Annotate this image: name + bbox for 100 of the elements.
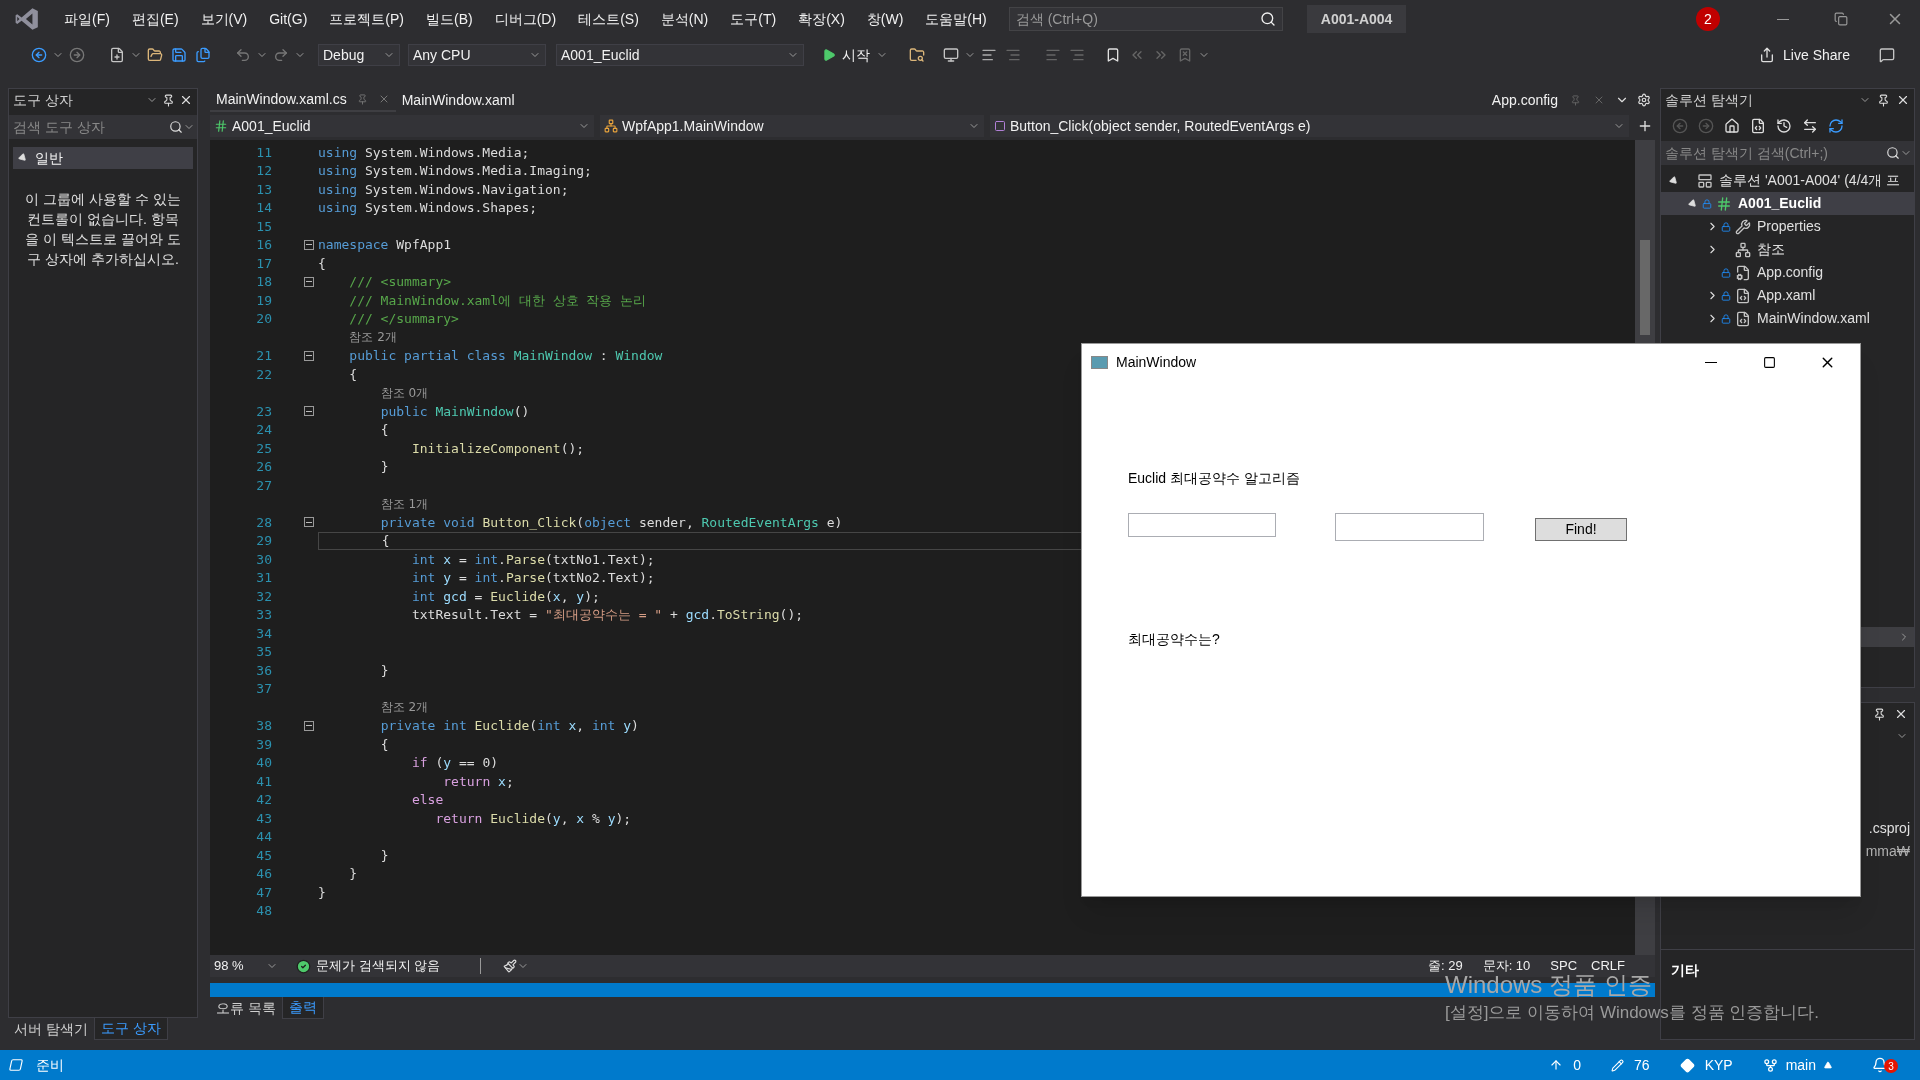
line-number: 19: [255, 291, 272, 310]
issues-status: 문제가 검색되지 않음: [316, 957, 441, 976]
menu-item[interactable]: 창(W): [856, 6, 914, 32]
menu-item[interactable]: 프로젝트(P): [319, 6, 414, 32]
code-lens-text[interactable]: 참조 1개: [380, 494, 429, 513]
menu-item[interactable]: 빌드(B): [416, 6, 483, 32]
line-number: 12: [255, 162, 272, 180]
line-number: 44: [255, 828, 272, 846]
settings-icon[interactable]: [1637, 93, 1651, 107]
pushes-indicator[interactable]: 0: [1549, 1054, 1582, 1076]
panel-tab[interactable]: 도구 상자: [93, 1018, 168, 1040]
menu-item[interactable]: 디버그(D): [484, 6, 567, 32]
collapse-icon[interactable]: [304, 720, 314, 731]
toolbox-search-field[interactable]: 검색 도구 상자: [9, 115, 167, 139]
find-button[interactable]: Find!: [1535, 518, 1627, 541]
solution-name: A001-A004: [1306, 5, 1407, 33]
code-line: /// </summary>: [349, 310, 459, 328]
collapse-icon[interactable]: [304, 517, 314, 528]
line-number: 17: [255, 254, 272, 273]
expanded-arrow-icon[interactable]: [1668, 174, 1680, 187]
search-button[interactable]: [167, 115, 197, 139]
live-share-button[interactable]: Live Share: [1759, 43, 1850, 67]
app-window-icon: [1091, 355, 1108, 369]
changes-indicator[interactable]: 76: [1611, 1054, 1650, 1076]
menu-item[interactable]: 도움말(H): [915, 6, 997, 32]
close-icon[interactable]: [1896, 93, 1910, 107]
code-line: if (y == 0): [411, 754, 499, 772]
line-position[interactable]: 줄: 29: [1427, 956, 1463, 976]
project-dropdown[interactable]: A001_Euclid: [210, 115, 594, 137]
pin-icon[interactable]: [162, 93, 175, 107]
menu-item[interactable]: 테스트(S): [568, 6, 649, 32]
panel-tab[interactable]: 서버 탐색기: [8, 1018, 94, 1040]
notification-count: 3: [1884, 1059, 1898, 1073]
panel-tab[interactable]: 오류 목록: [210, 997, 282, 1019]
result-label: 최대공약수는?: [1128, 630, 1220, 649]
start-button[interactable]: 시작: [818, 44, 874, 66]
toolbox-group-header[interactable]: 일반: [13, 147, 193, 169]
code-line: using System.Windows.Navigation;: [318, 180, 569, 199]
menu-item[interactable]: Git(G): [259, 6, 318, 32]
tree-item[interactable]: MainWindow.xaml: [1661, 307, 1914, 330]
panel-tab[interactable]: 출력: [281, 997, 324, 1019]
code-line: private int Euclide(int x, int y): [380, 717, 639, 735]
code-line: {: [380, 735, 389, 754]
branch-icon: [1762, 1057, 1778, 1073]
menu-item[interactable]: 도구(T): [720, 6, 787, 32]
branch-indicator[interactable]: main: [1762, 1054, 1832, 1076]
collapse-icon[interactable]: [304, 276, 314, 287]
code-lens-text[interactable]: 참조 2개: [380, 698, 429, 717]
status-icon: [6, 1058, 26, 1072]
search-icon: [1886, 146, 1900, 160]
platform-dropdown[interactable]: Any CPU: [408, 44, 546, 66]
search-button[interactable]: [1884, 141, 1914, 165]
menu-item[interactable]: 확장(X): [788, 6, 855, 32]
zoom-dropdown[interactable]: 98 %: [210, 956, 282, 976]
tree-item[interactable]: A001_Euclid: [1661, 192, 1914, 215]
align-left-icon: [981, 47, 997, 63]
startup-project-dropdown[interactable]: A001_Euclid: [556, 44, 804, 66]
split-icon[interactable]: [1637, 118, 1653, 134]
line-number: 41: [255, 772, 272, 791]
indent-mode[interactable]: SPC: [1550, 956, 1578, 976]
diamond-icon: [1679, 1057, 1695, 1073]
collapse-icon[interactable]: [304, 350, 314, 361]
configuration-dropdown[interactable]: Debug: [318, 44, 400, 66]
uncomment-lines-icon: [1069, 47, 1085, 63]
tree-item[interactable]: App.config: [1661, 261, 1914, 284]
line-ending[interactable]: CRLF: [1591, 956, 1625, 976]
pin-icon[interactable]: [1873, 707, 1886, 721]
notification-badge[interactable]: 2: [1696, 7, 1720, 31]
menu-item[interactable]: 편집(E): [121, 6, 189, 32]
close-icon[interactable]: [1894, 707, 1908, 721]
repository-indicator[interactable]: KYP: [1679, 1054, 1733, 1076]
close-icon[interactable]: [179, 93, 193, 107]
bookmark-icon: [1105, 47, 1121, 63]
solution-search-field[interactable]: 솔루션 탐색기 검색(Ctrl+;): [1661, 141, 1884, 165]
line-number: 31: [255, 569, 272, 587]
forward-icon: [69, 47, 85, 63]
code-lens-text[interactable]: 참조 2개: [349, 328, 397, 347]
editor-tab[interactable]: MainWindow.xaml: [395, 88, 521, 112]
preview-tab[interactable]: App.config: [1485, 88, 1611, 112]
menu-item[interactable]: 파일(F): [54, 6, 120, 32]
brush-icon[interactable]: [503, 959, 518, 973]
tree-item[interactable]: Properties: [1661, 215, 1914, 238]
code-lens-text[interactable]: 참조 0개: [380, 383, 429, 402]
column-position[interactable]: 문자: 10: [1482, 956, 1531, 976]
comment-lines-icon: [1045, 47, 1061, 63]
menu-item[interactable]: 보기(V): [190, 6, 258, 32]
type-dropdown[interactable]: WpfApp1.MainWindow: [600, 115, 984, 137]
tree-item-label: Properties: [1757, 217, 1821, 236]
input-field[interactable]: [1128, 513, 1276, 537]
input-field[interactable]: [1335, 513, 1484, 541]
pin-icon[interactable]: [1877, 93, 1890, 107]
expanded-arrow-icon[interactable]: [1687, 197, 1699, 210]
collapse-icon[interactable]: [304, 406, 314, 417]
tree-item[interactable]: 참조: [1661, 238, 1914, 261]
tree-item[interactable]: App.xaml: [1661, 284, 1914, 307]
member-dropdown[interactable]: Button_Click(object sender, RoutedEventArgs e): [990, 115, 1629, 137]
line-number: 14: [255, 199, 272, 217]
collapse-icon[interactable]: [304, 239, 314, 250]
tree-item[interactable]: 솔루션 'A001-A004' (4/4개 프: [1661, 169, 1914, 192]
menu-item[interactable]: 분석(N): [650, 6, 719, 32]
